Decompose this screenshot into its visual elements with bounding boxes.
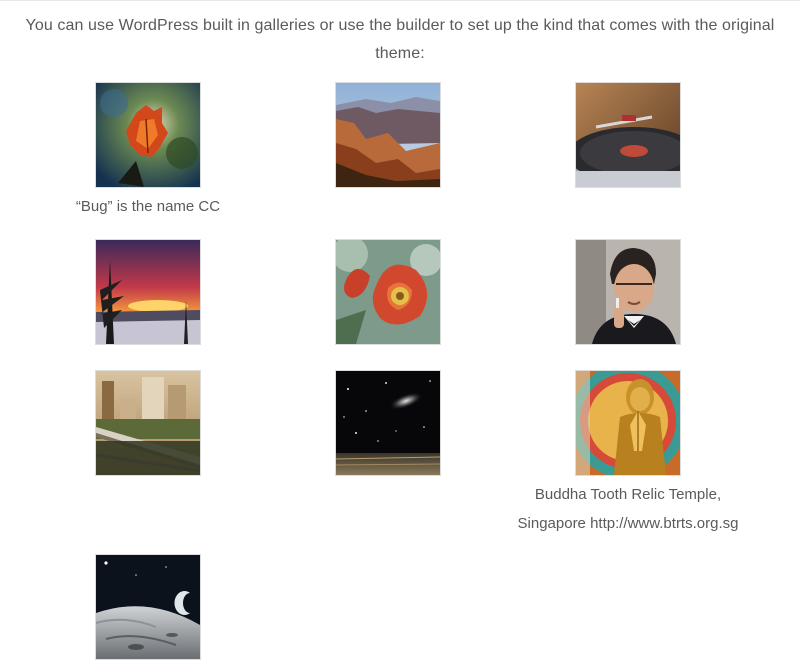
gallery-thumbnail-portrait[interactable] [575,239,681,345]
gallery-item-turntable [508,82,748,188]
top-divider [0,0,800,1]
gallery-item-sunset [28,239,268,345]
moon-image [96,555,200,659]
gallery-thumbnail-leaf[interactable] [95,82,201,188]
gallery-item-buddha: Buddha Tooth Relic Temple, Singapore htt… [508,370,748,538]
gallery-item-canyon [268,82,508,188]
city-bridge-image [96,371,200,475]
buddha-image [576,371,680,475]
portrait-image [576,240,680,344]
turntable-image [576,83,680,187]
gallery-thumbnail-flower[interactable] [335,239,441,345]
gallery-item-city-bridge [28,370,268,476]
gallery-item-flower [268,239,508,345]
gallery-item-leaf: “Bug” is the name CC [28,82,268,221]
gallery-thumbnail-city-bridge[interactable] [95,370,201,476]
gallery-thumbnail-sunset[interactable] [95,239,201,345]
canyon-image [336,83,440,187]
gallery-caption: “Bug” is the name CC [75,198,221,215]
gallery-intro-text: You can use WordPress built in galleries… [25,17,775,62]
gallery-thumbnail-turntable[interactable] [575,82,681,188]
gallery-item-galaxy [268,370,508,476]
leaf-image [96,83,200,187]
flower-image [336,240,440,344]
gallery-thumbnail-canyon[interactable] [335,82,441,188]
galaxy-image [336,371,440,475]
gallery-item-moon [28,554,268,660]
gallery-thumbnail-moon[interactable] [95,554,201,660]
gallery-thumbnail-galaxy[interactable] [335,370,441,476]
gallery-item-portrait [508,239,748,345]
gallery-caption: Buddha Tooth Relic Temple, Singapore htt… [517,486,739,532]
sunset-image [96,240,200,344]
gallery-thumbnail-buddha[interactable] [575,370,681,476]
